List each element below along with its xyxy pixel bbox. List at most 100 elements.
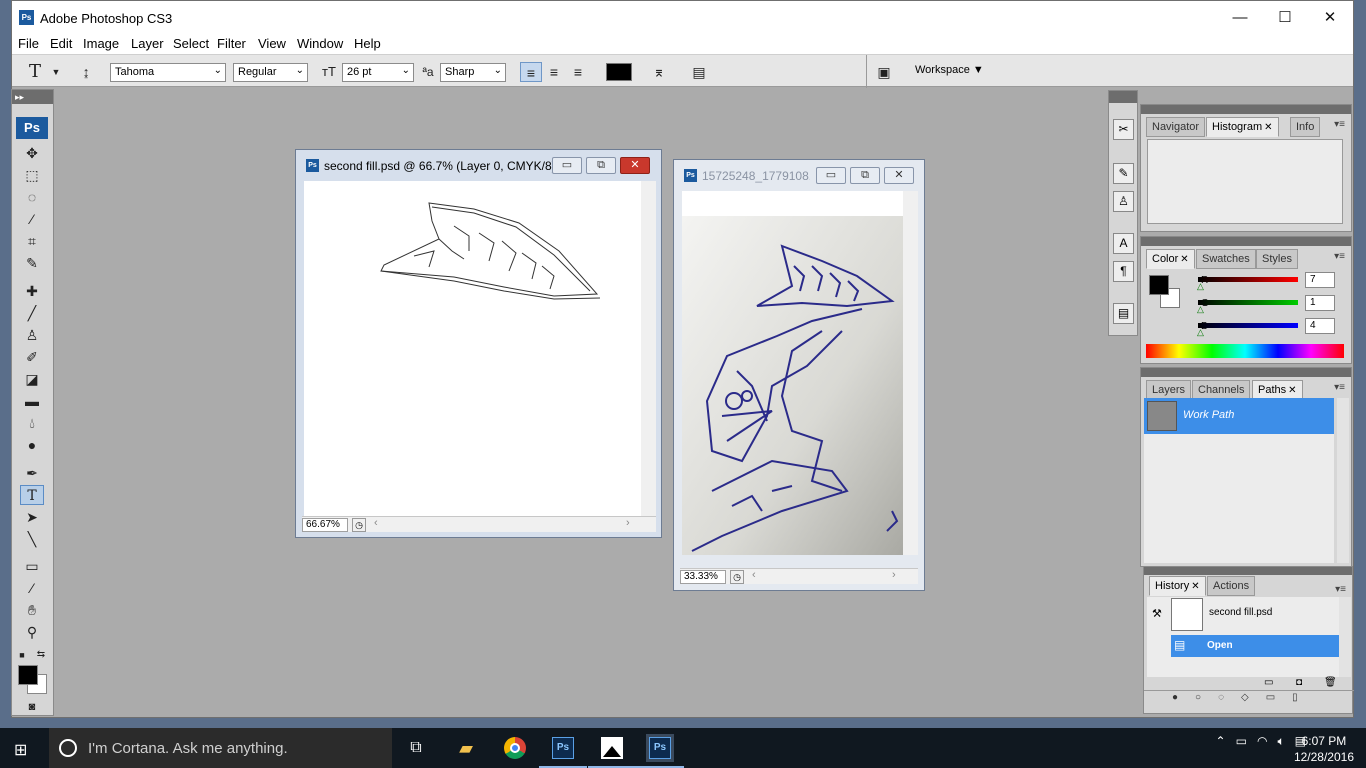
battery-icon[interactable]: ▭ bbox=[1236, 734, 1247, 748]
text-tool-preset-icon[interactable]: T bbox=[24, 62, 46, 82]
font-family-select[interactable]: Tahoma ⌄ bbox=[110, 63, 226, 82]
red-slider[interactable] bbox=[1198, 277, 1298, 282]
menu-help[interactable]: Help bbox=[354, 36, 381, 51]
tab-styles[interactable]: Styles bbox=[1256, 249, 1298, 269]
slice-tool-icon[interactable]: ✎ bbox=[20, 253, 44, 273]
swap-colors-icon[interactable]: ⇆ bbox=[34, 645, 48, 665]
photos-icon[interactable] bbox=[588, 734, 636, 768]
toolbox-header[interactable]: ▸▸ bbox=[12, 90, 53, 104]
green-value-input[interactable]: 1 bbox=[1305, 295, 1335, 311]
align-left-icon[interactable]: ≡ bbox=[520, 62, 542, 82]
path-selection-tool-icon[interactable]: ➤ bbox=[20, 507, 44, 527]
new-snapshot-icon[interactable]: ◘ bbox=[1296, 677, 1302, 688]
chevron-up-icon[interactable]: ⌃ bbox=[1216, 734, 1226, 748]
task-view-icon[interactable]: ⧉ bbox=[402, 734, 430, 762]
status-info-icon[interactable]: ◷ bbox=[352, 518, 366, 532]
blue-slider-handle-icon[interactable]: △ bbox=[1197, 327, 1204, 338]
maximize-button[interactable]: ☐ bbox=[1263, 7, 1307, 29]
tab-channels[interactable]: Channels bbox=[1192, 380, 1251, 400]
menu-select[interactable]: Select bbox=[173, 36, 209, 51]
document-canvas[interactable] bbox=[682, 191, 903, 555]
chrome-icon[interactable] bbox=[501, 734, 529, 762]
history-brush-tool-icon[interactable]: ✐ bbox=[20, 347, 44, 367]
menu-view[interactable]: View bbox=[258, 36, 286, 51]
blue-slider[interactable] bbox=[1198, 323, 1298, 328]
type-tool-icon[interactable]: T bbox=[20, 485, 44, 505]
tool-presets-icon[interactable]: ✂ bbox=[1113, 119, 1134, 140]
foreground-color-swatch[interactable] bbox=[1149, 275, 1169, 295]
move-tool-icon[interactable]: ✥ bbox=[20, 143, 44, 163]
windows-start-icon[interactable]: ⊞ bbox=[14, 740, 27, 760]
clone-stamp-tool-icon[interactable]: ♙ bbox=[20, 325, 44, 345]
dodge-tool-icon[interactable]: ● bbox=[20, 435, 44, 455]
quick-mask-icon[interactable]: ◙ bbox=[20, 697, 44, 717]
scroll-left-icon[interactable]: ‹ bbox=[374, 517, 378, 529]
volume-icon[interactable]: 🔈︎ bbox=[1277, 734, 1284, 748]
antialias-select[interactable]: Sharp ⌄ bbox=[440, 63, 506, 82]
close-button[interactable]: ✕ bbox=[1308, 7, 1352, 29]
red-value-input[interactable]: 7 bbox=[1305, 272, 1335, 288]
blue-value-input[interactable]: 4 bbox=[1305, 318, 1335, 334]
line-tool-icon[interactable]: ╲ bbox=[20, 529, 44, 549]
zoom-field[interactable]: 33.33% bbox=[680, 570, 726, 584]
character-icon[interactable]: A bbox=[1113, 233, 1134, 254]
brushes-icon[interactable]: ✎ bbox=[1113, 163, 1134, 184]
file-explorer-icon[interactable]: ▰ bbox=[452, 734, 480, 762]
dock-header[interactable] bbox=[1109, 91, 1137, 103]
menu-filter[interactable]: Filter bbox=[217, 36, 246, 51]
trash-icon[interactable]: 🗑︎ bbox=[1324, 677, 1337, 688]
pen-tool-icon[interactable]: ✒ bbox=[20, 463, 44, 483]
magic-wand-tool-icon[interactable]: ⁄ bbox=[20, 209, 44, 229]
green-slider-handle-icon[interactable]: △ bbox=[1197, 304, 1204, 315]
menu-edit[interactable]: Edit bbox=[50, 36, 72, 51]
panel-menu-icon[interactable]: ▾≡ bbox=[1334, 251, 1345, 262]
cortana-search-box[interactable]: I'm Cortana. Ask me anything. bbox=[49, 728, 392, 768]
vertical-scrollbar[interactable] bbox=[641, 181, 656, 517]
document-title-bar[interactable]: Ps 15725248_1779108... ▭ ⧉ ✕ bbox=[674, 160, 924, 190]
layer-comps-icon[interactable]: ▤ bbox=[1113, 303, 1134, 324]
panel-header[interactable] bbox=[1141, 105, 1351, 114]
tab-histogram[interactable]: Histogram ✕ bbox=[1206, 117, 1279, 137]
minimize-button[interactable]: — bbox=[1218, 7, 1262, 29]
marquee-tool-icon[interactable]: ⬚ bbox=[20, 165, 44, 185]
menu-window[interactable]: Window bbox=[297, 36, 343, 51]
list-item[interactable]: Work Path bbox=[1144, 398, 1334, 434]
tab-paths[interactable]: Paths ✕ bbox=[1252, 380, 1303, 400]
vertical-scrollbar[interactable] bbox=[1339, 597, 1351, 677]
clone-source-icon[interactable]: ♙ bbox=[1113, 191, 1134, 212]
close-icon[interactable]: ✕ bbox=[1191, 581, 1199, 592]
font-style-select[interactable]: Regular ⌄ bbox=[233, 63, 308, 82]
paragraph-icon[interactable]: ¶ bbox=[1113, 261, 1134, 282]
character-panel-icon[interactable]: ▤ bbox=[688, 62, 710, 82]
vertical-scrollbar[interactable] bbox=[903, 191, 918, 555]
close-icon[interactable]: ✕ bbox=[1288, 385, 1296, 396]
zoom-tool-icon[interactable]: ⚲ bbox=[20, 622, 44, 642]
document-restore-button[interactable]: ⧉ bbox=[586, 157, 616, 174]
tab-layers[interactable]: Layers bbox=[1146, 380, 1192, 400]
ps-logo[interactable]: Ps bbox=[16, 117, 48, 139]
clock[interactable]: 6:07 PM 12/28/2016 bbox=[1294, 733, 1354, 765]
align-right-icon[interactable]: ≡ bbox=[567, 62, 589, 82]
lasso-tool-icon[interactable]: ◌ bbox=[20, 187, 44, 207]
history-snapshot[interactable]: ⚒ second fill.psd bbox=[1147, 597, 1340, 633]
blur-tool-icon[interactable]: 💧︎ bbox=[20, 413, 44, 433]
panel-header[interactable] bbox=[1141, 237, 1351, 246]
close-icon[interactable]: ✕ bbox=[1180, 254, 1188, 265]
bridge-icon[interactable]: ▣ bbox=[873, 62, 895, 82]
workspace-menu[interactable]: Workspace ▼ bbox=[915, 64, 984, 76]
healing-brush-tool-icon[interactable]: ✚ bbox=[20, 281, 44, 301]
panel-header[interactable] bbox=[1141, 368, 1351, 377]
eyedropper-tool-icon[interactable]: ⁄ bbox=[20, 578, 44, 598]
menu-image[interactable]: Image bbox=[83, 36, 119, 51]
text-orientation-icon[interactable]: ↨ bbox=[75, 62, 97, 82]
notes-tool-icon[interactable]: ▭ bbox=[20, 556, 44, 576]
default-colors-icon[interactable]: ■ bbox=[15, 645, 29, 665]
title-bar[interactable]: Ps Adobe Photoshop CS3 — ☐ ✕ bbox=[12, 1, 1353, 34]
preset-arrow-icon[interactable]: ▼ bbox=[45, 62, 67, 82]
tab-info[interactable]: Info bbox=[1290, 117, 1321, 137]
status-info-icon[interactable]: ◷ bbox=[730, 570, 744, 584]
red-slider-handle-icon[interactable]: △ bbox=[1197, 281, 1204, 292]
wifi-icon[interactable]: ◠ bbox=[1257, 734, 1267, 748]
document-minimize-button[interactable]: ▭ bbox=[552, 157, 582, 174]
photoshop-taskbar-icon[interactable]: Ps bbox=[539, 734, 587, 768]
